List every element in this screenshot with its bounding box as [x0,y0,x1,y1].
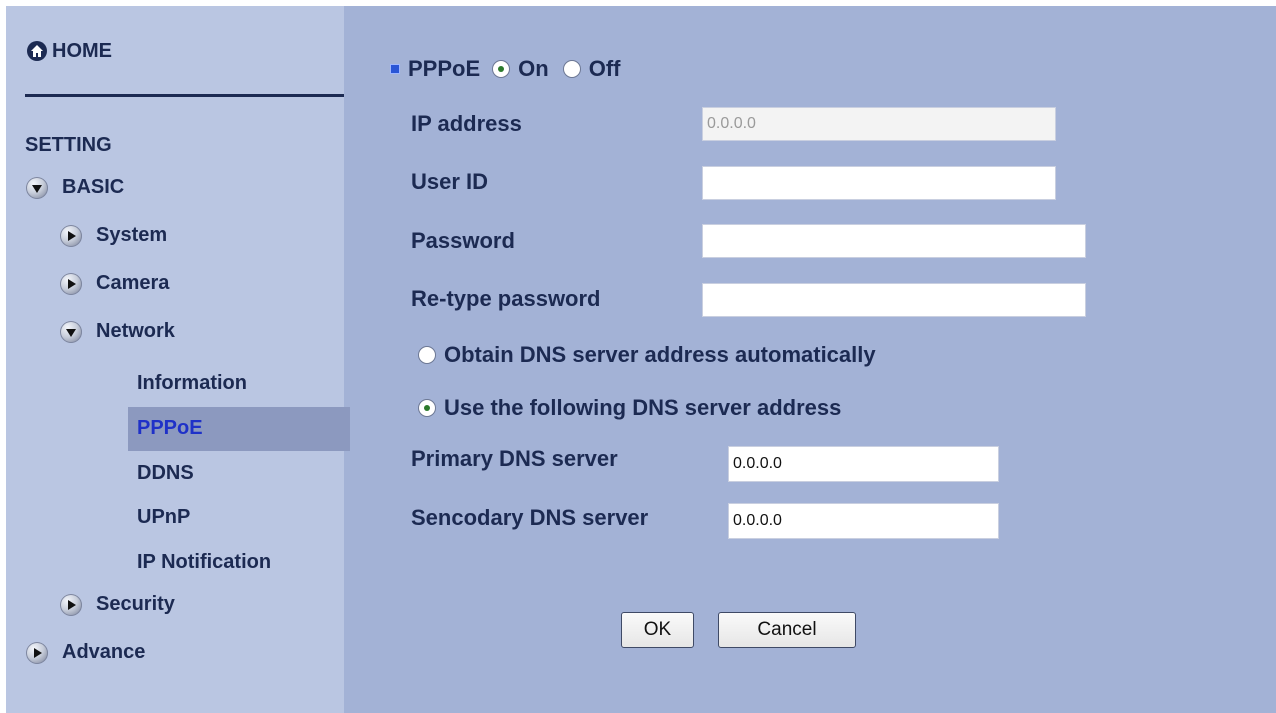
pppoe-on-radio[interactable] [492,60,511,78]
cancel-button[interactable]: Cancel [718,612,856,648]
ok-button[interactable]: OK [621,612,694,648]
dns-auto-radio[interactable] [418,346,436,364]
password-label: Password [411,228,515,253]
nav-advance[interactable]: Advance [26,641,145,664]
nav-network[interactable]: Network [60,320,175,343]
nav-camera-label: Camera [96,272,170,294]
dns-manual-radio[interactable] [418,399,436,417]
ip-address-field[interactable] [702,107,1056,141]
primary-dns-label: Primary DNS server [411,446,618,471]
nav-network-label: Network [96,320,175,342]
nav-ddns[interactable]: DDNS [137,462,194,485]
secondary-dns-field[interactable] [728,503,999,539]
dns-manual-row: Use the following DNS server address [418,395,841,421]
home-link[interactable]: HOME [26,36,112,66]
chevron-right-icon [60,224,82,247]
sidebar: HOME SETTING BASIC System Camera Network… [6,6,350,713]
pppoe-off-label: Off [588,56,621,81]
nav-security-label: Security [96,593,175,615]
chevron-right-icon [60,593,82,616]
pppoe-off-radio[interactable] [562,60,581,78]
pppoe-label: PPPoE [408,56,481,81]
retype-password-field[interactable] [702,283,1086,317]
nav-security[interactable]: Security [60,593,175,616]
home-icon [26,40,48,62]
nav-pppoe[interactable]: PPPoE [137,417,203,440]
retype-password-label: Re-type password [411,286,601,311]
nav-system-label: System [96,224,168,246]
chevron-down-icon [26,176,48,199]
nav-upnp[interactable]: UPnP [137,506,190,529]
chevron-down-icon [60,320,82,343]
ip-address-label: IP address [411,111,522,136]
pppoe-on-label: On [518,56,549,81]
nav-camera[interactable]: Camera [60,272,169,295]
nav-ip-notification[interactable]: IP Notification [137,551,271,574]
home-label: HOME [52,39,112,62]
secondary-dns-label: Sencodary DNS server [411,505,649,530]
nav-basic-label: BASIC [62,176,125,198]
dns-auto-label: Obtain DNS server address automatically [444,342,876,367]
user-id-label: User ID [411,169,489,194]
dns-auto-row: Obtain DNS server address automatically [418,342,876,368]
nav-basic[interactable]: BASIC [26,176,124,199]
chevron-right-icon [26,641,48,664]
nav-advance-label: Advance [62,641,146,663]
primary-dns-field[interactable] [728,446,999,482]
setting-heading: SETTING [25,134,112,156]
dns-manual-label: Use the following DNS server address [444,395,842,420]
home-divider [25,94,344,97]
pppoe-toggle-row: PPPoE On Off [390,56,620,82]
nav-information[interactable]: Information [137,372,247,395]
nav-system[interactable]: System [60,224,167,247]
chevron-right-icon [60,272,82,295]
password-field[interactable] [702,224,1086,258]
bullet-icon [390,64,400,74]
user-id-field[interactable] [702,166,1056,200]
